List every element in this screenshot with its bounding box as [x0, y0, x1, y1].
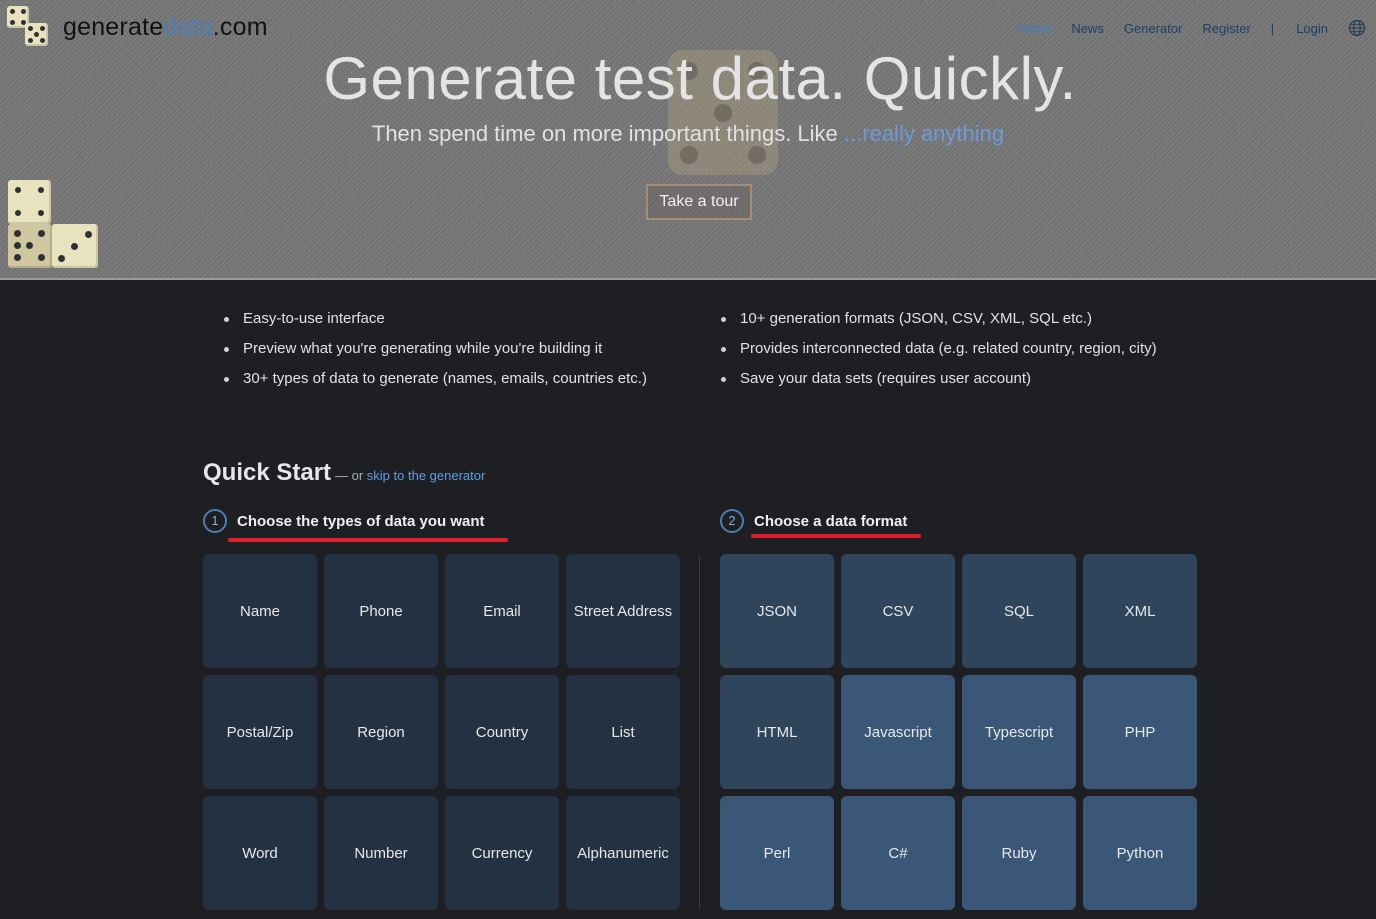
step-2-number: 2: [720, 509, 744, 533]
quick-start-title: Quick Start: [203, 459, 332, 486]
feature-item: Provides interconnected data (e.g. relat…: [721, 336, 1157, 366]
nav-register[interactable]: Register: [1202, 21, 1250, 36]
data-type-region[interactable]: Region: [324, 675, 438, 789]
format-ruby[interactable]: Ruby: [962, 796, 1076, 910]
logo-dice-icon: [7, 6, 49, 48]
top-nav: Home News Generator Register | Login: [1017, 19, 1376, 37]
dice-stack-icon: [8, 180, 98, 268]
feature-item: Save your data sets (requires user accou…: [721, 366, 1157, 396]
data-type-name[interactable]: Name: [203, 554, 317, 668]
step-2-underline: [751, 534, 921, 538]
format-perl[interactable]: Perl: [720, 796, 834, 910]
data-type-country[interactable]: Country: [445, 675, 559, 789]
nav-separator: |: [1270, 20, 1275, 36]
hero-title: Generate test data. Quickly.: [323, 45, 1077, 112]
step-1-underline: [228, 538, 508, 542]
quick-start-subtitle: — or skip to the generator: [335, 468, 486, 483]
globe-icon[interactable]: [1348, 19, 1366, 37]
data-type-postal-zip[interactable]: Postal/Zip: [203, 675, 317, 789]
format-typescript[interactable]: Typescript: [962, 675, 1076, 789]
section-divider: [699, 556, 700, 910]
format-sql[interactable]: SQL: [962, 554, 1076, 668]
step-2-label: Choose a data format: [754, 512, 908, 530]
feature-item: 10+ generation formats (JSON, CSV, XML, …: [721, 306, 1157, 336]
format-javascript[interactable]: Javascript: [841, 675, 955, 789]
format-xml[interactable]: XML: [1083, 554, 1197, 668]
skip-to-generator-link[interactable]: skip to the generator: [367, 468, 486, 483]
format-html[interactable]: HTML: [720, 675, 834, 789]
hero-banner: generatedata.com Home News Generator Reg…: [0, 0, 1376, 280]
features-left-list: Easy-to-use interface Preview what you'r…: [224, 306, 647, 396]
step-2-header: 2 Choose a data format: [720, 509, 907, 533]
logo-text: generatedata.com: [63, 12, 268, 41]
format-csharp[interactable]: C#: [841, 796, 955, 910]
data-type-number[interactable]: Number: [324, 796, 438, 910]
data-type-word[interactable]: Word: [203, 796, 317, 910]
nav-home[interactable]: Home: [1017, 21, 1052, 36]
nav-login[interactable]: Login: [1296, 21, 1328, 36]
data-type-phone[interactable]: Phone: [324, 554, 438, 668]
data-type-street-address[interactable]: Street Address: [566, 554, 680, 668]
feature-item: Preview what you're generating while you…: [224, 336, 647, 366]
take-tour-button[interactable]: Take a tour: [646, 184, 752, 220]
data-formats-grid: JSON CSV SQL XML HTML Javascript Typescr…: [720, 554, 1197, 910]
nav-news[interactable]: News: [1071, 21, 1104, 36]
feature-item: 30+ types of data to generate (names, em…: [224, 366, 647, 396]
data-types-grid: Name Phone Email Street Address Postal/Z…: [203, 554, 680, 910]
step-1-header: 1 Choose the types of data you want: [203, 509, 485, 533]
data-type-list[interactable]: List: [566, 675, 680, 789]
hero-subtitle-highlight: ...really anything: [843, 121, 1005, 146]
data-type-alphanumeric[interactable]: Alphanumeric: [566, 796, 680, 910]
data-type-currency[interactable]: Currency: [445, 796, 559, 910]
nav-generator[interactable]: Generator: [1124, 21, 1183, 36]
data-type-email[interactable]: Email: [445, 554, 559, 668]
features-right-list: 10+ generation formats (JSON, CSV, XML, …: [721, 306, 1157, 396]
step-1-label: Choose the types of data you want: [237, 512, 485, 530]
hero-subtitle: Then spend time on more important things…: [371, 121, 1005, 146]
site-logo[interactable]: generatedata.com: [7, 6, 268, 48]
step-1-number: 1: [203, 509, 227, 533]
format-csv[interactable]: CSV: [841, 554, 955, 668]
format-php[interactable]: PHP: [1083, 675, 1197, 789]
format-python[interactable]: Python: [1083, 796, 1197, 910]
format-json[interactable]: JSON: [720, 554, 834, 668]
feature-item: Easy-to-use interface: [224, 306, 647, 336]
